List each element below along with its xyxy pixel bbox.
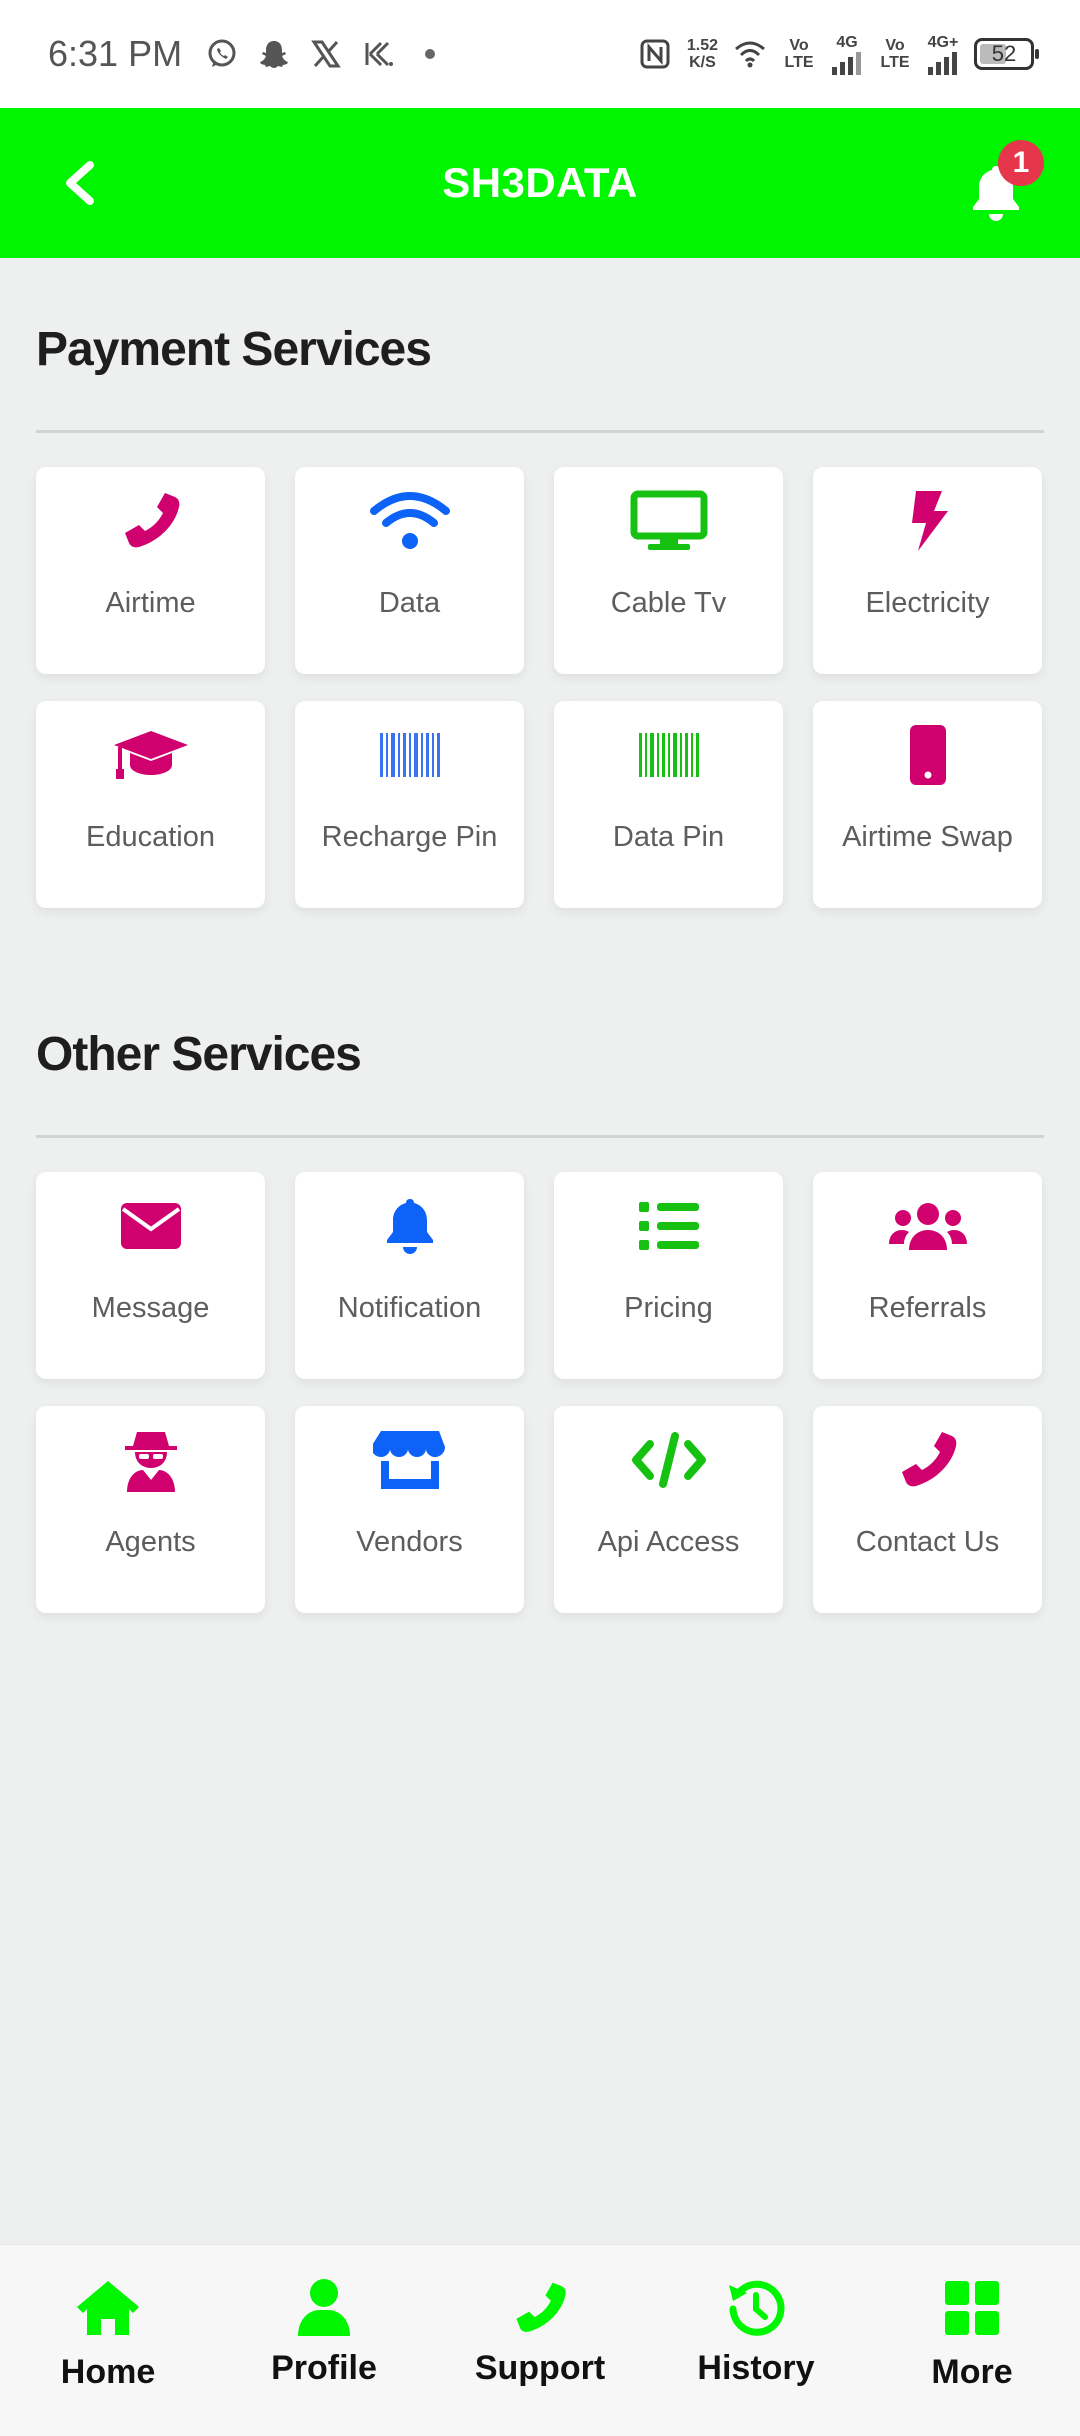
service-label: Cable Tv bbox=[610, 587, 727, 619]
service-label: Data bbox=[378, 587, 441, 619]
back-button[interactable] bbox=[50, 153, 110, 213]
signal-bars-icon bbox=[928, 51, 957, 75]
phone-icon bbox=[111, 489, 191, 553]
home-icon bbox=[75, 2275, 141, 2341]
service-card-cable-tv[interactable]: Cable Tv bbox=[554, 467, 783, 674]
nav-history[interactable]: History bbox=[656, 2245, 856, 2436]
service-label: Education bbox=[86, 821, 215, 853]
volte1-label: Vo LTE bbox=[784, 37, 814, 71]
signal-2: 4G+ bbox=[926, 34, 960, 75]
service-card-airtime-swap[interactable]: Airtime Swap bbox=[813, 701, 1042, 908]
service-card-recharge-pin[interactable]: Recharge Pin bbox=[295, 701, 524, 908]
battery-indicator: 52 bbox=[974, 38, 1039, 70]
service-card-vendors[interactable]: Vendors bbox=[295, 1406, 524, 1613]
service-card-referrals[interactable]: Referrals bbox=[813, 1172, 1042, 1379]
service-card-contact-us[interactable]: Contact Us bbox=[813, 1406, 1042, 1613]
service-card-agents[interactable]: Agents bbox=[36, 1406, 265, 1613]
service-label: Agents bbox=[105, 1526, 196, 1558]
signal-bars-icon bbox=[832, 51, 861, 75]
nav-more[interactable]: More bbox=[872, 2245, 1072, 2436]
spy-icon bbox=[111, 1428, 191, 1492]
history-icon bbox=[727, 2275, 785, 2341]
user-icon bbox=[296, 2275, 352, 2341]
code-icon bbox=[629, 1428, 709, 1492]
nfc-icon bbox=[637, 36, 673, 72]
service-card-education[interactable]: Education bbox=[36, 701, 265, 908]
service-card-data[interactable]: Data bbox=[295, 467, 524, 674]
graduation-cap-icon bbox=[111, 723, 191, 787]
users-icon bbox=[888, 1194, 968, 1258]
mobile-icon bbox=[888, 723, 968, 787]
service-card-data-pin[interactable]: Data Pin bbox=[554, 701, 783, 908]
nav-label: Support bbox=[474, 2349, 606, 2387]
service-label: Data Pin bbox=[612, 821, 725, 853]
service-card-pricing[interactable]: Pricing bbox=[554, 1172, 783, 1379]
service-label: Pricing bbox=[624, 1292, 713, 1324]
klarna-icon bbox=[360, 36, 396, 72]
service-label: Airtime Swap bbox=[842, 821, 1013, 853]
app-bar: SH3DATA 1 bbox=[0, 108, 1080, 258]
nav-home[interactable]: Home bbox=[8, 2245, 208, 2436]
bell-icon bbox=[370, 1194, 450, 1258]
bolt-icon bbox=[888, 489, 968, 553]
snapchat-icon bbox=[256, 36, 292, 72]
barcode-icon bbox=[629, 723, 709, 787]
list-icon bbox=[629, 1194, 709, 1258]
store-icon bbox=[370, 1428, 450, 1492]
section-divider bbox=[36, 430, 1044, 433]
nav-label: More bbox=[931, 2353, 1013, 2391]
bottom-nav: Home Profile Support History More bbox=[0, 2244, 1080, 2436]
volte2-label: Vo LTE bbox=[880, 37, 910, 71]
service-card-notification[interactable]: Notification bbox=[295, 1172, 524, 1379]
service-label: Airtime bbox=[105, 587, 196, 619]
payment-services-title: Payment Services bbox=[36, 323, 432, 376]
phone-icon bbox=[888, 1428, 968, 1492]
other-services-title: Other Services bbox=[36, 1028, 362, 1081]
x-logo-icon bbox=[308, 36, 344, 72]
nav-profile[interactable]: Profile bbox=[224, 2245, 424, 2436]
service-label: Message bbox=[91, 1292, 210, 1324]
whatsapp-icon bbox=[204, 36, 240, 72]
tv-icon bbox=[629, 489, 709, 553]
status-bar: 6:31 PM 1.52 K/S Vo LTE 4G Vo LTE 4G+ 52 bbox=[0, 0, 1080, 108]
phone-icon bbox=[511, 2275, 569, 2341]
service-label: Api Access bbox=[597, 1526, 740, 1558]
service-label: Referrals bbox=[868, 1292, 987, 1324]
grid-icon bbox=[943, 2275, 1001, 2341]
nav-label: Home bbox=[60, 2353, 156, 2391]
notification-button[interactable]: 1 bbox=[964, 140, 1044, 228]
service-label: Recharge Pin bbox=[321, 821, 498, 853]
service-label: Vendors bbox=[356, 1526, 463, 1558]
dot-icon bbox=[412, 36, 448, 72]
service-label: Contact Us bbox=[855, 1526, 1000, 1558]
section-divider bbox=[36, 1135, 1044, 1138]
wifi-status-icon bbox=[732, 36, 768, 72]
service-label: Electricity bbox=[865, 587, 990, 619]
service-card-airtime[interactable]: Airtime bbox=[36, 467, 265, 674]
network-speed: 1.52 K/S bbox=[686, 37, 718, 71]
signal-1: 4G bbox=[830, 34, 864, 75]
nav-support[interactable]: Support bbox=[440, 2245, 640, 2436]
chevron-left-icon bbox=[66, 161, 94, 205]
other-services-grid: Message Notification Pricing Referrals A… bbox=[36, 1172, 1044, 1613]
wifi-icon bbox=[369, 489, 450, 553]
status-time: 6:31 PM bbox=[48, 33, 183, 74]
service-label: Notification bbox=[337, 1292, 482, 1324]
service-card-api-access[interactable]: Api Access bbox=[554, 1406, 783, 1613]
nav-label: History bbox=[697, 2349, 815, 2387]
service-card-electricity[interactable]: Electricity bbox=[813, 467, 1042, 674]
service-card-message[interactable]: Message bbox=[36, 1172, 265, 1379]
envelope-icon bbox=[111, 1194, 191, 1258]
payment-services-grid: Airtime Data Cable Tv Electricity Educat… bbox=[36, 467, 1044, 908]
notification-badge: 1 bbox=[998, 140, 1044, 186]
app-title: SH3DATA bbox=[442, 159, 638, 206]
barcode-icon bbox=[370, 723, 450, 787]
nav-label: Profile bbox=[271, 2349, 377, 2387]
